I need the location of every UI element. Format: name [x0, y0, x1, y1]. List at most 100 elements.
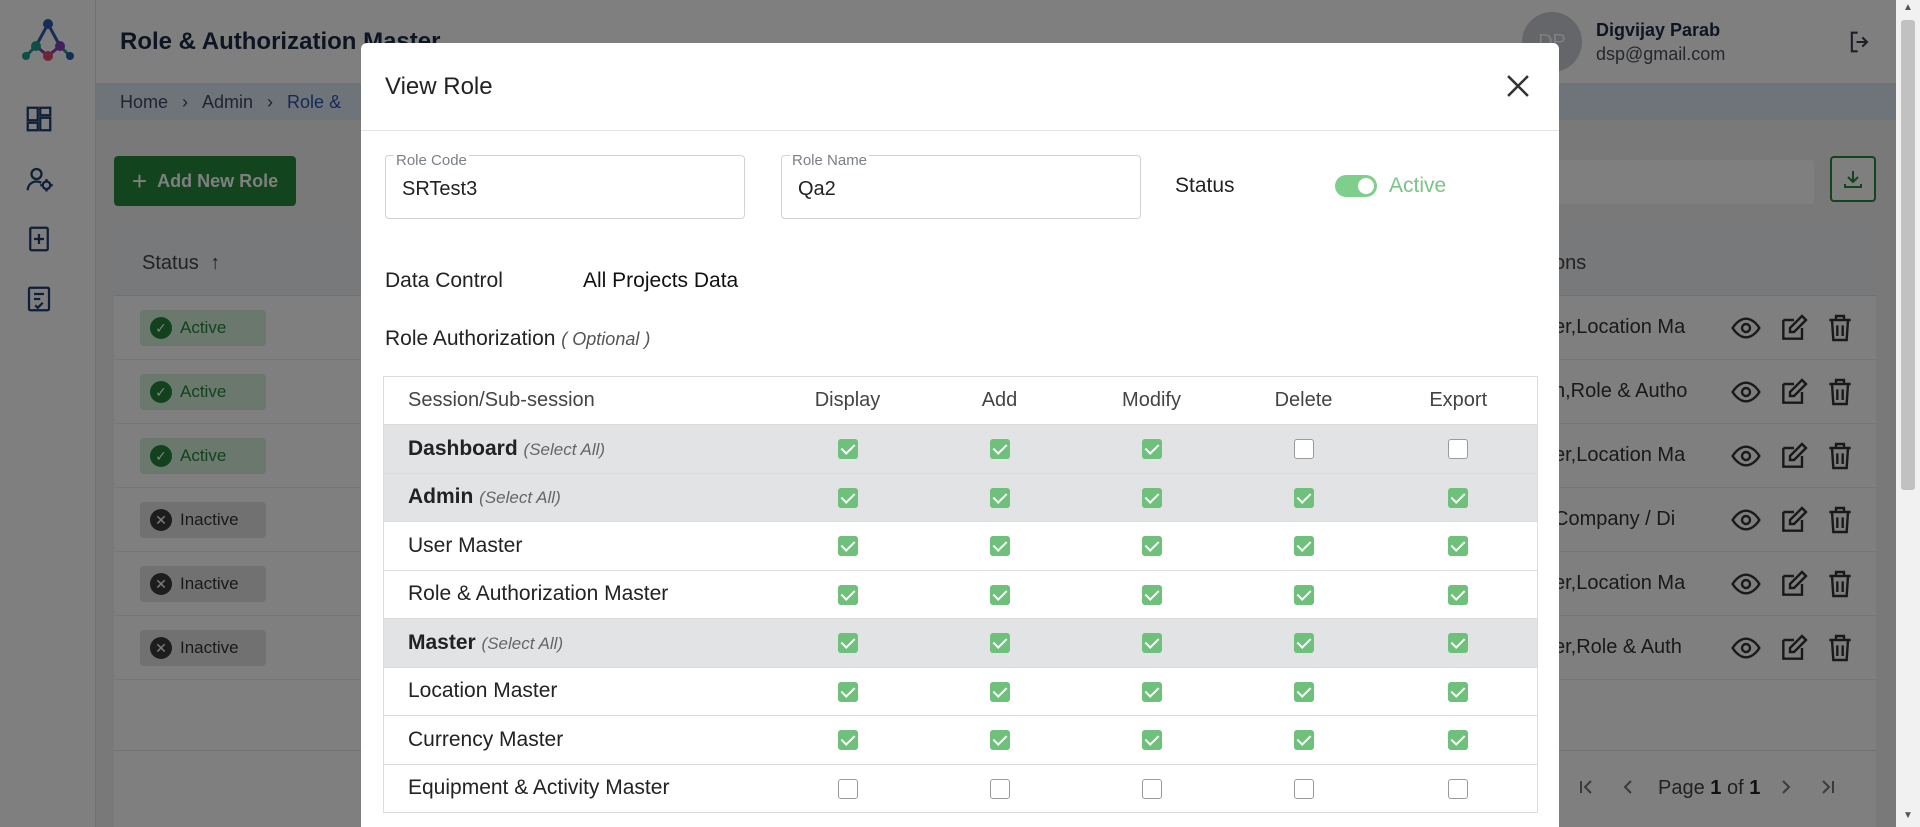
role-name-label: Role Name — [790, 152, 870, 169]
permission-cell — [771, 763, 924, 813]
select-all-link[interactable]: (Select All) — [479, 488, 561, 507]
dialog-title: View Role — [385, 73, 493, 100]
permissions-header-row: Session/Sub-session Display Add Modify D… — [384, 377, 1538, 425]
data-control-label: Data Control — [385, 269, 503, 292]
modify-checkbox[interactable] — [1141, 584, 1162, 605]
permission-cell — [1379, 715, 1538, 764]
add-checkbox[interactable] — [989, 536, 1010, 557]
permission-cell — [771, 666, 924, 716]
add-checkbox[interactable] — [989, 730, 1010, 751]
display-checkbox[interactable] — [837, 584, 858, 605]
export-checkbox[interactable] — [1448, 778, 1469, 799]
permission-cell — [1379, 521, 1538, 570]
modify-checkbox[interactable] — [1141, 536, 1162, 557]
permission-cell — [1379, 569, 1538, 619]
permission-cell — [1075, 424, 1228, 473]
scroll-down-icon[interactable]: ▼ — [1903, 810, 1913, 821]
modify-checkbox[interactable] — [1141, 487, 1162, 508]
permission-cell — [1227, 521, 1380, 570]
export-checkbox[interactable] — [1448, 730, 1469, 751]
status-value: Active — [1389, 174, 1447, 197]
data-control-value: All Projects Data — [583, 269, 739, 292]
permission-cell — [1379, 424, 1538, 473]
delete-checkbox[interactable] — [1293, 681, 1314, 702]
permission-cell — [1227, 618, 1380, 667]
export-checkbox[interactable] — [1448, 487, 1469, 508]
permission-row: Currency Master — [383, 715, 1538, 764]
role-code-field[interactable]: Role Code SRTest3 — [385, 152, 745, 219]
add-checkbox[interactable] — [989, 778, 1010, 799]
status-toggle[interactable] — [1335, 175, 1377, 197]
add-checkbox[interactable] — [989, 681, 1010, 702]
modify-checkbox[interactable] — [1141, 439, 1162, 460]
delete-checkbox[interactable] — [1293, 778, 1314, 799]
delete-checkbox[interactable] — [1293, 633, 1314, 654]
export-checkbox[interactable] — [1448, 536, 1469, 557]
permission-cell — [1379, 666, 1538, 716]
permission-cell — [1227, 666, 1380, 716]
permission-row: Role & Authorization Master — [383, 569, 1538, 619]
permission-cell — [923, 521, 1076, 570]
display-checkbox[interactable] — [837, 536, 858, 557]
modify-checkbox[interactable] — [1141, 778, 1162, 799]
permission-cell — [1075, 715, 1228, 764]
role-name-field[interactable]: Role Name Qa2 — [781, 152, 1141, 219]
permission-cell — [1227, 569, 1380, 619]
session-name: Dashboard (Select All) — [383, 424, 772, 473]
status-label: Status — [1175, 174, 1235, 197]
permission-cell — [1075, 472, 1228, 522]
display-checkbox[interactable] — [837, 730, 858, 751]
display-checkbox[interactable] — [837, 633, 858, 654]
add-checkbox[interactable] — [989, 584, 1010, 605]
modify-checkbox[interactable] — [1141, 633, 1162, 654]
modify-checkbox[interactable] — [1141, 730, 1162, 751]
select-all-link[interactable]: (Select All) — [482, 634, 564, 653]
dialog-header: View Role — [361, 43, 1559, 131]
delete-checkbox[interactable] — [1293, 730, 1314, 751]
select-all-link[interactable]: (Select All) — [524, 440, 606, 459]
permission-cell — [1379, 618, 1538, 667]
permission-cell — [771, 521, 924, 570]
display-checkbox[interactable] — [837, 439, 858, 460]
display-checkbox[interactable] — [837, 778, 858, 799]
delete-checkbox[interactable] — [1293, 584, 1314, 605]
export-checkbox[interactable] — [1448, 439, 1469, 460]
display-checkbox[interactable] — [837, 681, 858, 702]
modify-checkbox[interactable] — [1141, 681, 1162, 702]
permission-cell — [923, 472, 1076, 522]
delete-checkbox[interactable] — [1293, 487, 1314, 508]
permission-cell — [1075, 666, 1228, 716]
export-checkbox[interactable] — [1448, 681, 1469, 702]
add-checkbox[interactable] — [989, 633, 1010, 654]
close-icon[interactable] — [1501, 69, 1535, 103]
permission-cell — [923, 666, 1076, 716]
permission-cell — [923, 715, 1076, 764]
column-header-export: Export — [1429, 389, 1488, 411]
display-checkbox[interactable] — [837, 487, 858, 508]
permission-cell — [771, 569, 924, 619]
delete-checkbox[interactable] — [1293, 536, 1314, 557]
scroll-up-icon[interactable]: ▲ — [1903, 2, 1913, 13]
add-checkbox[interactable] — [989, 439, 1010, 460]
export-checkbox[interactable] — [1448, 633, 1469, 654]
session-name: Admin (Select All) — [383, 472, 772, 522]
session-name: User Master — [383, 521, 772, 570]
session-name: Equipment & Activity Master — [383, 763, 772, 813]
optional-note: ( Optional ) — [561, 329, 651, 349]
role-code-label: Role Code — [394, 152, 469, 169]
permission-cell — [771, 618, 924, 667]
add-checkbox[interactable] — [989, 487, 1010, 508]
scroll-thumb[interactable] — [1901, 20, 1915, 490]
permission-group-row: Master (Select All) — [383, 618, 1538, 667]
permission-cell — [1227, 715, 1380, 764]
permission-cell — [923, 424, 1076, 473]
page-scrollbar[interactable]: ▲ ▼ — [1896, 0, 1920, 827]
column-header-delete: Delete — [1274, 389, 1333, 411]
column-header-add: Add — [981, 389, 1018, 411]
permission-cell — [1227, 472, 1380, 522]
permission-cell — [923, 763, 1076, 813]
session-name: Master (Select All) — [383, 618, 772, 667]
delete-checkbox[interactable] — [1293, 439, 1314, 460]
role-name-value: Qa2 — [798, 178, 836, 200]
export-checkbox[interactable] — [1448, 584, 1469, 605]
